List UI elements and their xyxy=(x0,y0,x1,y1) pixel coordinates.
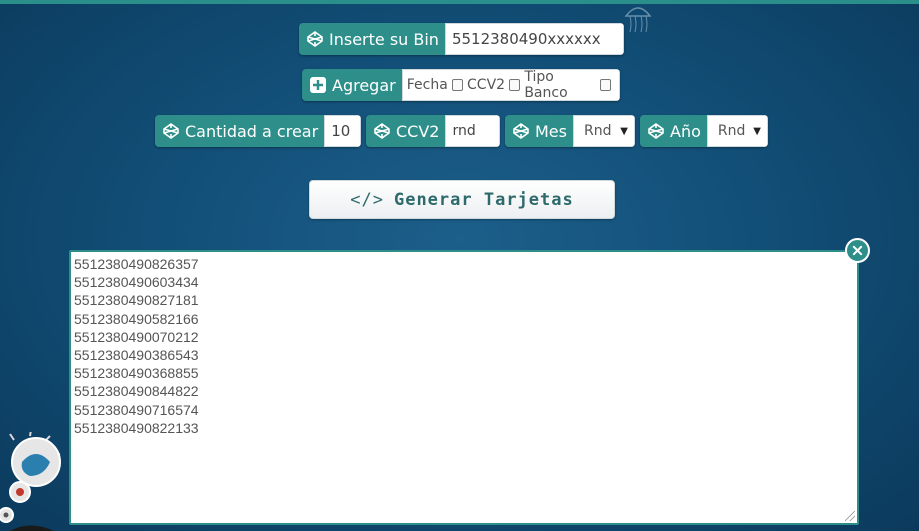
plus-square-icon xyxy=(308,75,328,95)
codepen-icon xyxy=(372,121,392,141)
mes-group: Mes Rnd ▼ xyxy=(505,115,635,147)
card-number-line: 5512380490827181 xyxy=(74,292,199,309)
dropdown-arrow-icon: ▼ xyxy=(620,125,628,137)
ccv2-input[interactable]: rnd xyxy=(445,115,500,147)
generate-cards-button[interactable]: </> Generar Tarjetas xyxy=(309,180,615,219)
bin-input-group: Inserte su Bin 5512380490xxxxxx xyxy=(299,23,624,55)
option-tipo-banco-checkbox[interactable] xyxy=(599,79,611,91)
option-fecha-checkbox[interactable] xyxy=(451,79,464,91)
card-number-line: 5512380490582166 xyxy=(74,310,199,327)
cantidad-label-addon: Cantidad a crear xyxy=(155,115,325,147)
cantidad-input[interactable]: 10 xyxy=(324,115,361,147)
card-number-line: 5512380490822133 xyxy=(74,419,199,436)
anio-select[interactable]: Rnd ▼ xyxy=(706,115,768,147)
bin-label: Inserte su Bin xyxy=(329,29,439,49)
top-accent-bar xyxy=(0,0,919,4)
ccv2-label: CCV2 xyxy=(396,121,440,141)
close-icon xyxy=(852,245,863,256)
mes-selected-value: Rnd xyxy=(583,123,612,139)
card-number-line: 5512380490368855 xyxy=(74,365,199,382)
generated-cards-textarea[interactable]: 5512380490826357 5512380490603434 551238… xyxy=(69,250,859,525)
resize-handle[interactable] xyxy=(845,511,855,521)
card-number-line: 5512380490844822 xyxy=(74,383,199,400)
agregar-options: Fecha CCV2 Tipo Banco xyxy=(401,69,620,101)
card-number-line: 5512380490386543 xyxy=(74,347,199,364)
bin-input[interactable]: 5512380490xxxxxx xyxy=(444,23,624,55)
cantidad-label: Cantidad a crear xyxy=(185,121,319,141)
agregar-label: Agregar xyxy=(332,75,396,95)
anio-group: Año Rnd ▼ xyxy=(640,115,768,147)
anio-label: Año xyxy=(670,121,701,141)
option-fecha-label: Fecha xyxy=(406,77,448,93)
mes-select[interactable]: Rnd ▼ xyxy=(572,115,635,147)
dropdown-arrow-icon: ▼ xyxy=(753,125,761,137)
codepen-icon xyxy=(646,121,666,141)
cantidad-group: Cantidad a crear 10 xyxy=(155,115,361,147)
code-icon: </> xyxy=(350,189,384,210)
diver-mascot-decoration xyxy=(0,432,61,531)
anio-selected-value: Rnd xyxy=(717,123,746,139)
codepen-icon xyxy=(161,121,181,141)
mes-label: Mes xyxy=(535,121,567,141)
option-tipo-banco-label: Tipo Banco xyxy=(524,69,568,101)
agregar-label-addon: Agregar xyxy=(302,69,402,101)
card-number-line: 5512380490826357 xyxy=(74,256,199,272)
codepen-icon xyxy=(511,121,531,141)
generate-cards-label: Generar Tarjetas xyxy=(393,189,574,210)
anio-label-addon: Año xyxy=(640,115,707,147)
ccv2-group: CCV2 rnd xyxy=(366,115,500,147)
mes-label-addon: Mes xyxy=(505,115,573,147)
option-ccv2-label: CCV2 xyxy=(467,77,506,93)
agregar-group: Agregar Fecha CCV2 Tipo Banco xyxy=(302,69,620,101)
bin-label-addon: Inserte su Bin xyxy=(299,23,445,55)
option-ccv2-checkbox[interactable] xyxy=(509,79,521,91)
card-number-line: 5512380490716574 xyxy=(74,401,199,418)
ccv2-label-addon: CCV2 xyxy=(366,115,446,147)
card-number-line: 5512380490070212 xyxy=(74,328,199,345)
jellyfish-decoration xyxy=(624,7,652,33)
close-output-button[interactable] xyxy=(845,238,870,263)
card-number-line: 5512380490603434 xyxy=(74,274,199,291)
codepen-icon xyxy=(305,29,325,49)
